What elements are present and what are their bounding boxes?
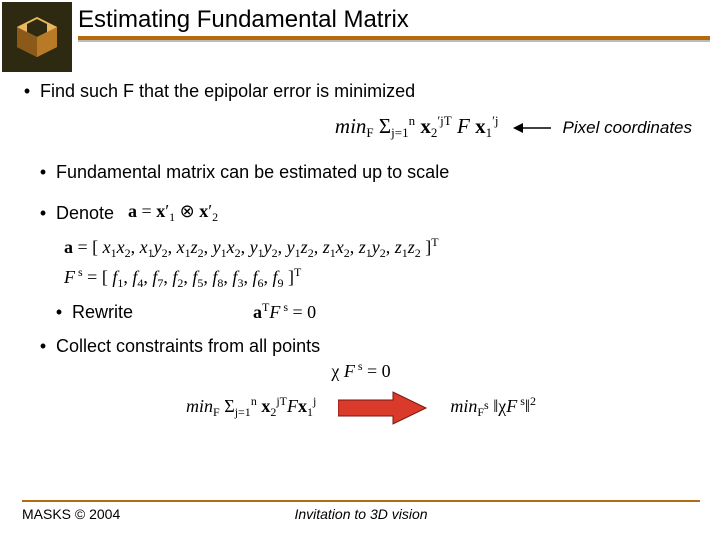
block-arrow-right-icon [338, 390, 428, 426]
bullet-dot-icon: • [22, 80, 32, 102]
eq-row-bottom: minF Σj=1n x2jTFx1j minFs ‖χF s‖2 [22, 390, 700, 426]
arrow-left-icon [513, 121, 553, 135]
equation-minFs-right: minFs ‖χF s‖2 [450, 396, 536, 420]
slide: Estimating Fundamental Matrix • Find suc… [0, 0, 720, 540]
bullet-dot-icon: • [38, 161, 48, 183]
eq-row-1: minF Σj=1n x2′jT F x1′j Pixel coordinate… [22, 114, 700, 141]
equation-minF-left: minF Σj=1n x2jTFx1j [186, 396, 316, 420]
bullet-4: • Rewrite aTF s = 0 [22, 301, 700, 323]
bullet-dot-icon: • [54, 301, 64, 323]
footer-center: Invitation to 3D vision [22, 506, 700, 522]
bullet-3: • Denote a = x′1 ⊗ x′2 [22, 201, 700, 225]
bullet-3-text: Denote [56, 202, 114, 224]
footer: MASKS © 2004 Invitation to 3D vision [22, 504, 700, 528]
bullet-dot-icon: • [38, 202, 48, 224]
slide-title: Estimating Fundamental Matrix [78, 6, 710, 34]
bullet-1-text: Find such F that the epipolar error is m… [40, 80, 415, 102]
slide-content: • Find such F that the epipolar error is… [22, 80, 700, 426]
cube-logo-icon [2, 2, 72, 72]
equation-aT-Fs-zero: aTF s = 0 [253, 302, 316, 323]
equation-a-vector: a = [ x1x2, x1y2, x1z2, y1x2, y1y2, y1z2… [22, 237, 700, 261]
bullet-2: • Fundamental matrix can be estimated up… [22, 161, 700, 183]
bullet-2-text: Fundamental matrix can be estimated up t… [56, 161, 449, 183]
bullet-5-text: Collect constraints from all points [56, 335, 320, 357]
equation-min-sum: minF Σj=1n x2′jT F x1′j [335, 114, 499, 141]
pixel-coordinates-label: Pixel coordinates [563, 118, 692, 138]
bullet-dot-icon: • [38, 335, 48, 357]
equation-fs-vector: F s = [ f1, f4, f7, f2, f5, f8, f3, f6, … [22, 267, 700, 291]
title-area: Estimating Fundamental Matrix [78, 6, 710, 42]
bullet-4-text: Rewrite [72, 301, 133, 323]
bullet-5: • Collect constraints from all points [22, 335, 700, 357]
bullet-1: • Find such F that the epipolar error is… [22, 80, 700, 102]
equation-a-kron: a = x′1 ⊗ x′2 [128, 201, 218, 225]
equation-chi-fs-zero: χ F s = 0 [22, 361, 700, 382]
footer-divider [22, 500, 700, 502]
